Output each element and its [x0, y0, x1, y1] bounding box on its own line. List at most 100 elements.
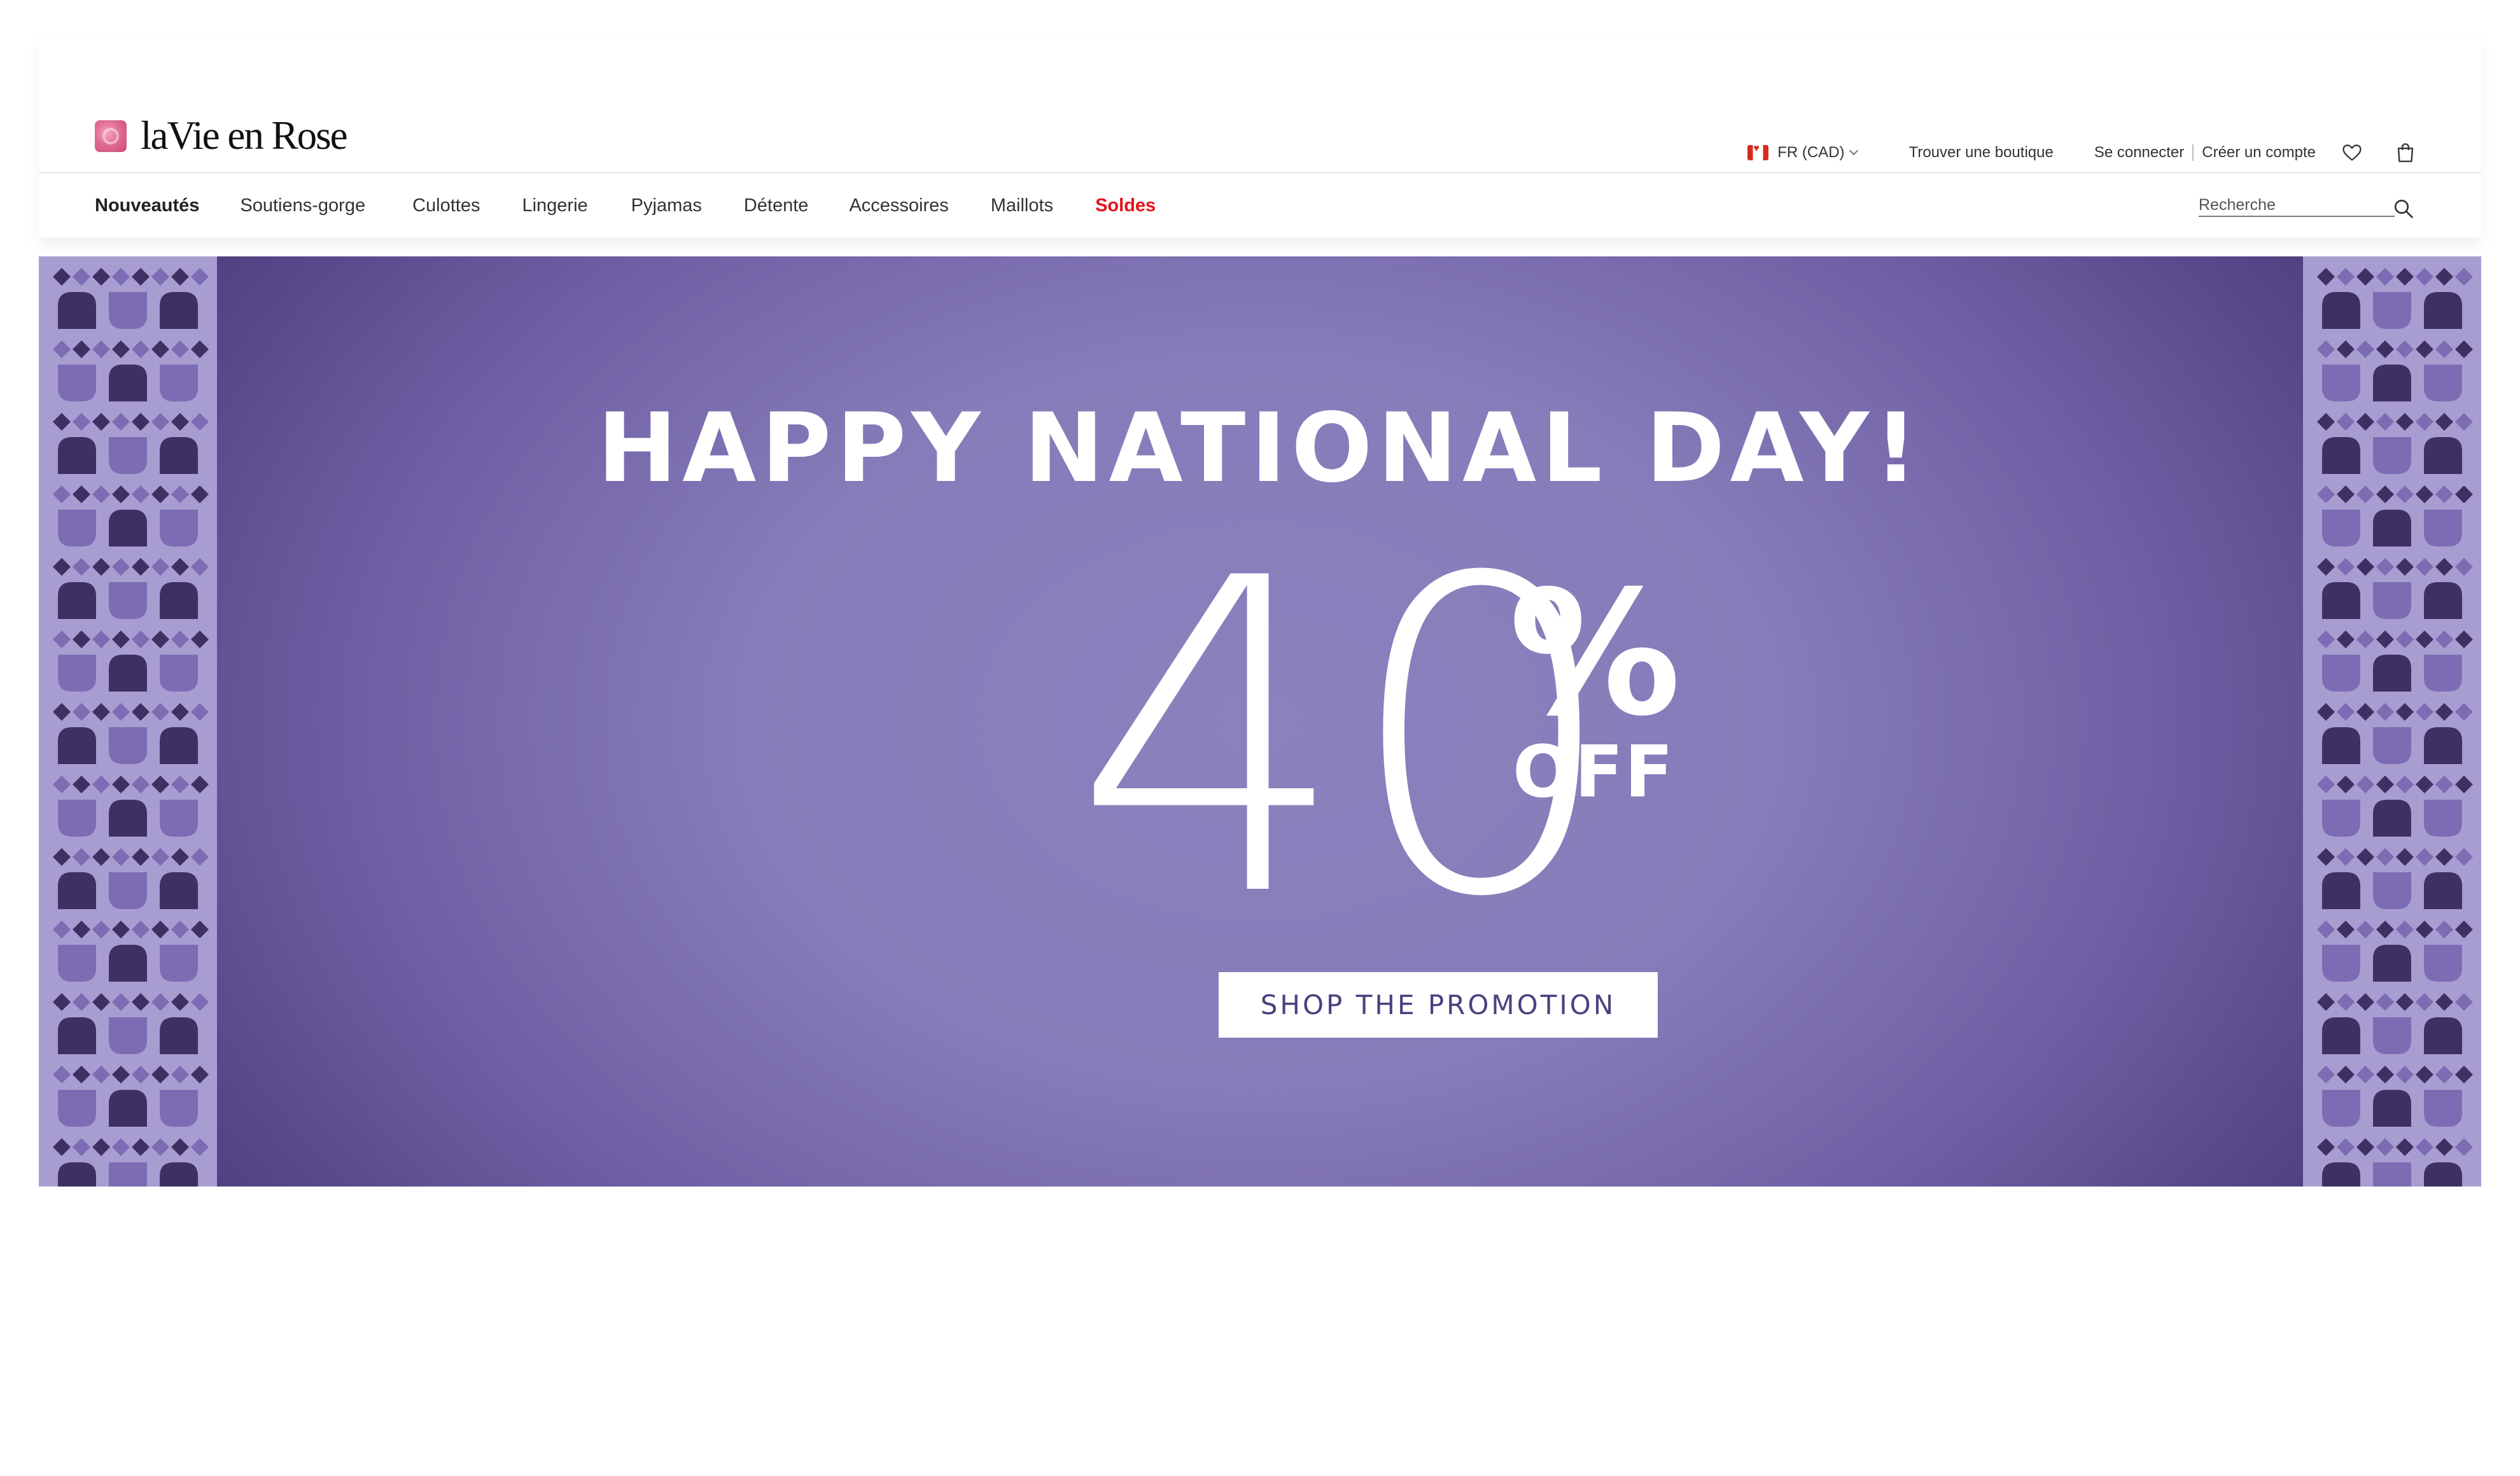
pattern-diamond [132, 340, 150, 358]
promo-banner[interactable]: HAPPY NATIONAL DAY! 40 % OFF SHOP THE PR… [39, 256, 2481, 1187]
link-divider [2192, 144, 2194, 161]
pattern-diamond [2416, 340, 2433, 358]
banner-center: HAPPY NATIONAL DAY! 40 % OFF SHOP THE PR… [217, 256, 2303, 1187]
nav-item-1[interactable]: Nouveautés [95, 195, 199, 216]
pattern-diamond [112, 921, 130, 938]
banner-headline: HAPPY NATIONAL DAY! [597, 393, 1923, 504]
pattern-diamond [2317, 340, 2335, 358]
pattern-diamond [191, 848, 209, 866]
pattern-diamond [191, 413, 209, 431]
wishlist-heart-icon[interactable] [2341, 142, 2363, 164]
pattern-diamond [112, 558, 130, 576]
nav-item-7[interactable]: Accessoires [849, 195, 948, 216]
pattern-shape [2373, 582, 2411, 619]
pattern-diamond [2356, 921, 2374, 938]
category-menu: Nouveautés Soutiens-gorge Culottes Lingerie… [95, 174, 1156, 237]
pattern-diamond [73, 703, 90, 721]
pattern-shape [2322, 510, 2360, 547]
pattern-shape [2373, 1090, 2411, 1127]
nav-item-8[interactable]: Maillots [991, 195, 1053, 216]
pattern-diamond [2455, 1138, 2473, 1156]
locale-selector[interactable]: FR (CAD) [1747, 143, 1858, 162]
shopping-bag-icon[interactable] [2396, 142, 2415, 164]
pattern-diamond [53, 340, 71, 358]
pattern-diamond [53, 558, 71, 576]
pattern-diamond [2337, 340, 2355, 358]
pattern-diamond [2337, 413, 2355, 431]
pattern-shape [160, 510, 198, 547]
pattern-diamond [53, 630, 71, 648]
pattern-diamond [132, 630, 150, 648]
pattern-diamond [2455, 630, 2473, 648]
pattern-diamond [151, 1138, 169, 1156]
pattern-shape [2424, 727, 2462, 764]
pattern-diamond [2396, 921, 2414, 938]
pattern-diamond [191, 485, 209, 503]
brand-logo-link[interactable]: laVie en Rose [95, 116, 348, 156]
pattern-diamond [2416, 993, 2433, 1011]
pattern-diamond [2356, 268, 2374, 286]
sign-in-link[interactable]: Se connecter [2094, 144, 2184, 162]
pattern-shape [2424, 510, 2462, 547]
pattern-diamond [2337, 703, 2355, 721]
pattern-diamond [73, 848, 90, 866]
nav-item-3[interactable]: Culottes [412, 195, 480, 216]
pattern-shape [2373, 292, 2411, 329]
pattern-diamond [2396, 703, 2414, 721]
pattern-diamond [2317, 558, 2335, 576]
shop-promotion-button[interactable]: SHOP THE PROMOTION [1219, 972, 1658, 1038]
pattern-diamond [112, 413, 130, 431]
pattern-diamond [112, 993, 130, 1011]
utility-links: FR (CAD) Trouver une boutique Se connect… [1747, 142, 2415, 164]
pattern-diamond [171, 268, 189, 286]
decorative-pattern-left [39, 256, 217, 1187]
pattern-diamond [171, 1066, 189, 1083]
pattern-diamond [132, 921, 150, 938]
pattern-diamond [2455, 340, 2473, 358]
pattern-shape [2373, 1162, 2411, 1187]
pattern-diamond [2435, 1138, 2453, 1156]
pattern-diamond [2376, 776, 2394, 793]
search-icon[interactable] [2392, 197, 2415, 220]
nav-item-5[interactable]: Pyjamas [631, 195, 702, 216]
nav-item-4[interactable]: Lingerie [522, 195, 587, 216]
pattern-shape [2373, 945, 2411, 982]
pattern-diamond [2435, 993, 2453, 1011]
pattern-diamond [2455, 703, 2473, 721]
pattern-shape [2424, 582, 2462, 619]
nav-item-6[interactable]: Détente [744, 195, 809, 216]
search-input[interactable] [2199, 194, 2395, 217]
pattern-shape [109, 800, 147, 837]
pattern-diamond [171, 703, 189, 721]
pattern-shape [2322, 365, 2360, 401]
pattern-diamond [73, 630, 90, 648]
pattern-diamond [132, 848, 150, 866]
pattern-diamond [2435, 703, 2453, 721]
off-label: OFF [1513, 731, 1675, 814]
find-store-link[interactable]: Trouver une boutique [1909, 144, 2054, 162]
pattern-diamond [2317, 993, 2335, 1011]
create-account-link[interactable]: Créer un compte [2202, 144, 2316, 162]
pattern-shape [2373, 800, 2411, 837]
pattern-shape [2424, 945, 2462, 982]
nav-item-9[interactable]: Soldes [1095, 195, 1156, 216]
pattern-shape [2373, 872, 2411, 909]
pattern-diamond [151, 921, 169, 938]
pattern-shape [109, 510, 147, 547]
pattern-diamond [151, 1066, 169, 1083]
pattern-diamond [73, 993, 90, 1011]
pattern-diamond [53, 268, 71, 286]
pattern-diamond [2337, 1138, 2355, 1156]
pattern-diamond [132, 703, 150, 721]
pattern-shape [160, 582, 198, 619]
main-navigation: Nouveautés Soutiens-gorge Culottes Lingerie… [39, 174, 2481, 237]
pattern-diamond [73, 268, 90, 286]
pattern-diamond [92, 921, 110, 938]
pattern-diamond [73, 485, 90, 503]
pattern-diamond [151, 993, 169, 1011]
pattern-shape [2373, 1017, 2411, 1054]
pattern-diamond [2317, 776, 2335, 793]
pattern-shape [2424, 1017, 2462, 1054]
nav-item-2[interactable]: Soutiens-gorge [240, 195, 365, 216]
pattern-shape [109, 945, 147, 982]
